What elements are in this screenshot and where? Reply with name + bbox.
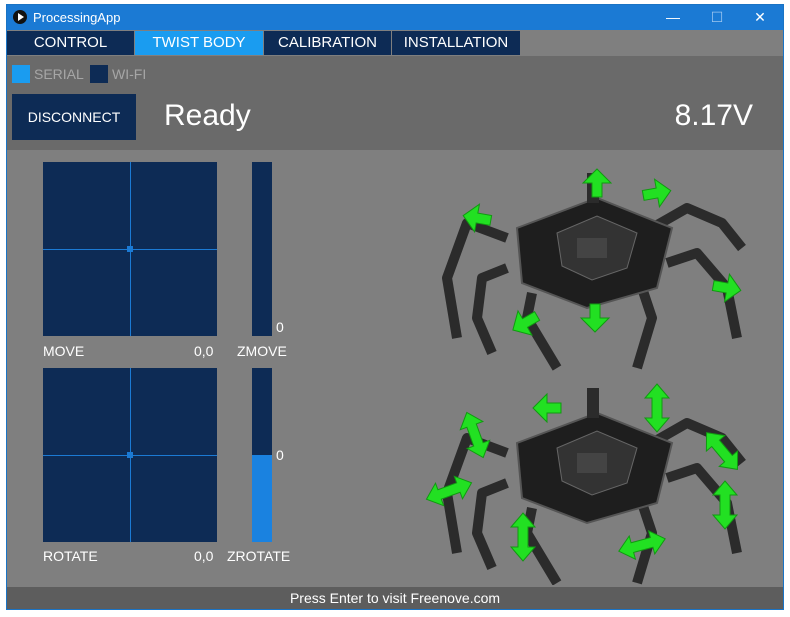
zmove-slider[interactable] bbox=[252, 162, 272, 336]
hexapod-rotate-illustration bbox=[447, 388, 742, 583]
double-arrow-vertical-icon bbox=[644, 383, 670, 433]
window-title: ProcessingApp bbox=[33, 10, 121, 25]
tab-bar: CONTROL TWIST BODY CALIBRATION INSTALLAT… bbox=[7, 31, 783, 55]
rotate-joystick-pad[interactable] bbox=[43, 368, 217, 542]
zmove-label: ZMOVE bbox=[237, 343, 287, 359]
connection-panel: SERIAL WI-FI DISCONNECT Ready 8.17V bbox=[7, 56, 783, 150]
serial-checkbox[interactable] bbox=[12, 65, 30, 83]
tab-installation[interactable]: INSTALLATION bbox=[392, 31, 521, 55]
wifi-checkbox[interactable] bbox=[90, 65, 108, 83]
zrotate-label: ZROTATE bbox=[227, 548, 291, 564]
serial-label: SERIAL bbox=[34, 66, 84, 82]
disconnect-button[interactable]: DISCONNECT bbox=[12, 94, 136, 140]
tab-control[interactable]: CONTROL bbox=[7, 31, 135, 55]
rotate-joystick-handle[interactable] bbox=[127, 452, 133, 458]
maximize-button[interactable]: ☐ bbox=[697, 5, 737, 30]
zrotate-value: 0 bbox=[276, 447, 284, 463]
footer-hint[interactable]: Press Enter to visit Freenove.com bbox=[7, 587, 783, 609]
rotate-label: ROTATE bbox=[43, 548, 98, 564]
app-play-icon bbox=[13, 10, 27, 24]
close-button[interactable]: ✕ bbox=[740, 5, 780, 30]
move-value: 0,0 bbox=[194, 343, 214, 359]
move-joystick-handle[interactable] bbox=[127, 246, 133, 252]
zmove-value: 0 bbox=[276, 319, 284, 335]
hexapod-illustration-svg bbox=[421, 153, 748, 585]
tab-twist-body[interactable]: TWIST BODY bbox=[135, 31, 264, 55]
robot-illustrations bbox=[417, 153, 767, 585]
connection-status: Ready bbox=[164, 99, 251, 132]
arrow-left-icon bbox=[532, 393, 562, 423]
move-joystick-pad[interactable] bbox=[43, 162, 217, 336]
title-bar: ProcessingApp — ☐ ✕ bbox=[7, 5, 783, 30]
zrotate-slider[interactable] bbox=[252, 368, 272, 542]
app-window: ProcessingApp — ☐ ✕ CONTROL TWIST BODY C… bbox=[6, 4, 784, 610]
wifi-label: WI-FI bbox=[112, 66, 147, 82]
rotate-value: 0,0 bbox=[194, 548, 214, 564]
hexapod-translate-illustration bbox=[447, 173, 742, 368]
tab-calibration[interactable]: CALIBRATION bbox=[264, 31, 392, 55]
zrotate-slider-fill bbox=[252, 455, 272, 542]
arrow-right-icon bbox=[640, 176, 674, 210]
minimize-button[interactable]: — bbox=[653, 5, 693, 30]
move-label: MOVE bbox=[43, 343, 85, 359]
battery-voltage: 8.17V bbox=[674, 99, 753, 132]
